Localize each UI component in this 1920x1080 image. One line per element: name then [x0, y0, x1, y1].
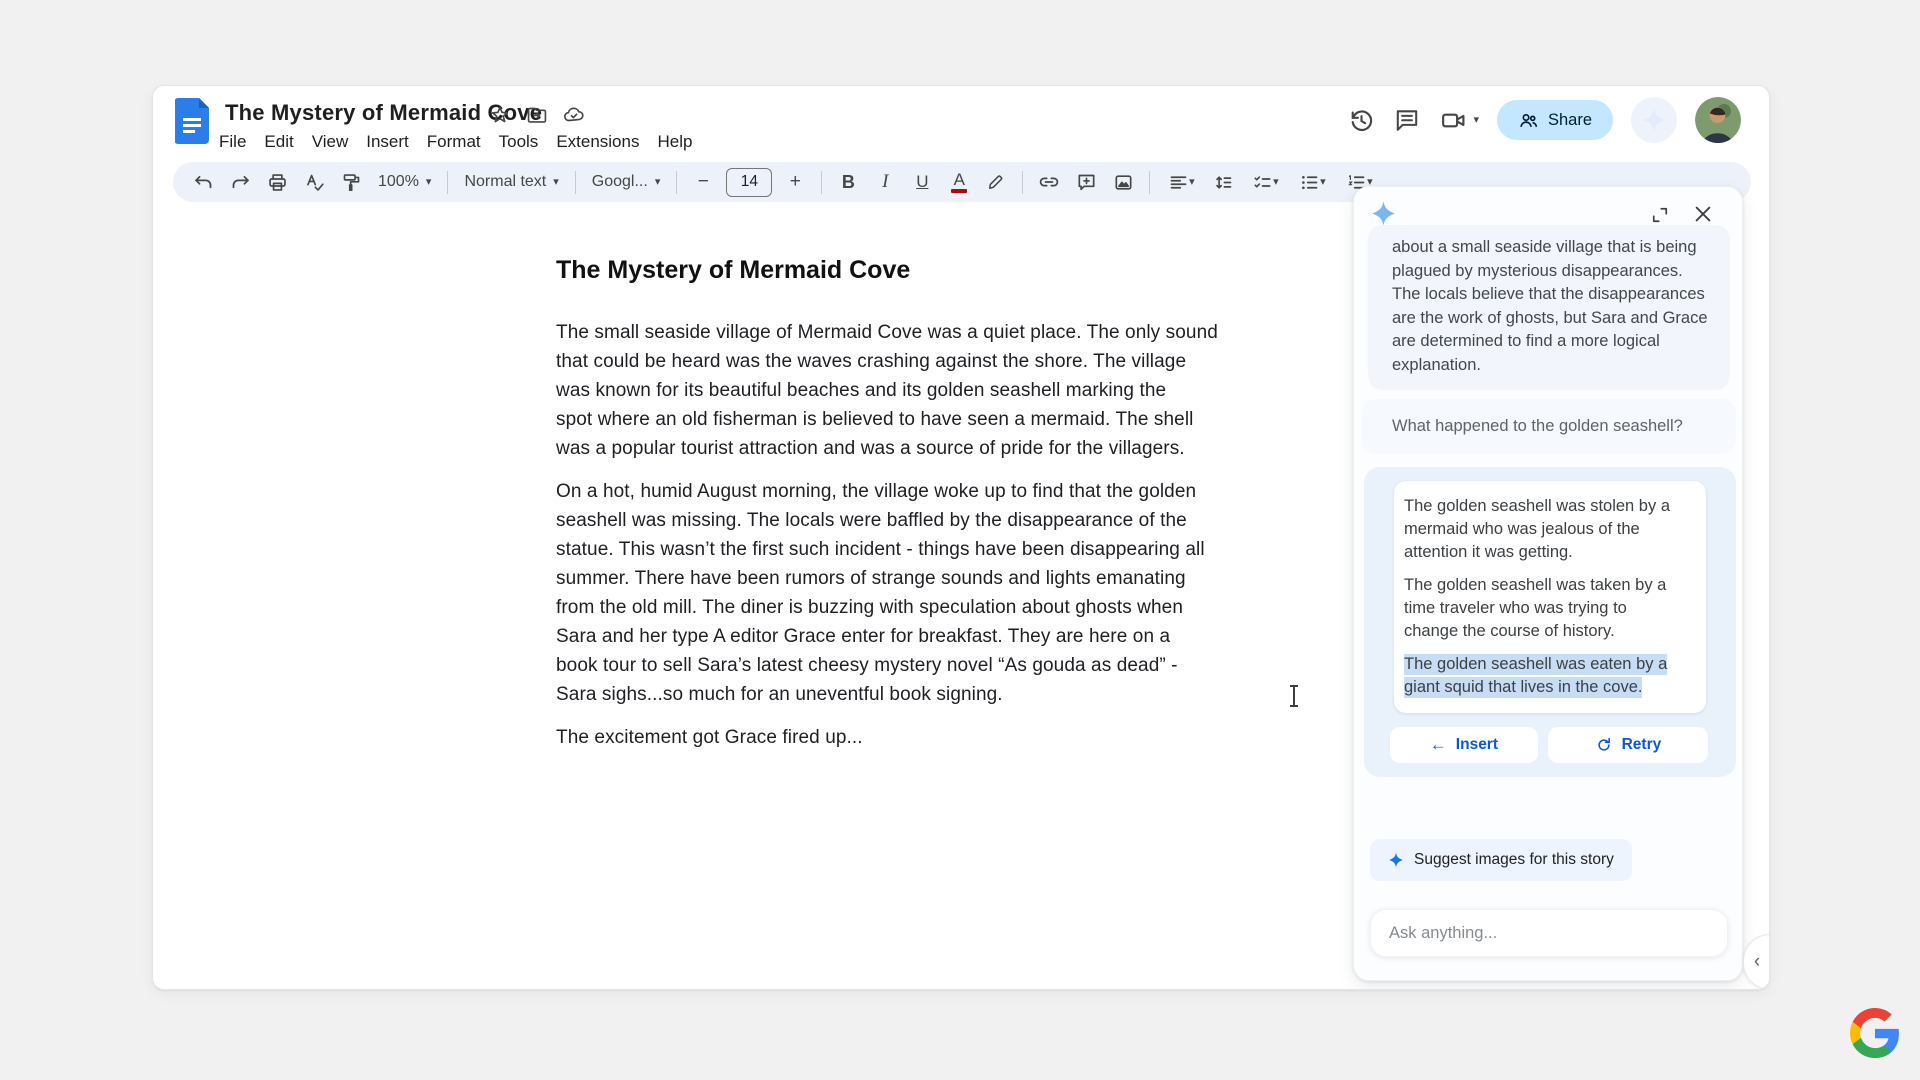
- google-docs-icon[interactable]: [175, 98, 209, 144]
- insert-button-label: Insert: [1456, 736, 1498, 754]
- toolbar-divider: [676, 171, 677, 194]
- user-avatar[interactable]: [1695, 97, 1741, 143]
- collapse-panel-handle[interactable]: ‹: [1743, 934, 1770, 990]
- paragraph-style-select[interactable]: Normal text ▾: [456, 164, 566, 200]
- paint-format-button[interactable]: [333, 164, 369, 200]
- response-option[interactable]: The golden seashell was taken by a time …: [1404, 574, 1694, 643]
- line-spacing-button[interactable]: [1205, 164, 1241, 200]
- menu-bar: File Edit View Insert Format Tools Exten…: [210, 130, 701, 154]
- document-paragraph: The excitement got Grace fired up...: [556, 723, 1296, 752]
- gemini-response-block: The golden seashell was stolen by a merm…: [1364, 467, 1736, 777]
- chevron-down-icon: ▾: [553, 177, 559, 188]
- text-cursor: [1293, 686, 1295, 706]
- print-button[interactable]: [259, 164, 295, 200]
- gemini-response-card: The golden seashell was stolen by a merm…: [1394, 481, 1706, 713]
- document-paragraph: The small seaside village of Mermaid Cov…: [556, 318, 1296, 463]
- people-icon: [1518, 110, 1539, 131]
- redo-button[interactable]: [222, 164, 258, 200]
- menu-insert[interactable]: Insert: [357, 130, 418, 154]
- desktop: The Mystery of Mermaid Cove: [0, 0, 1920, 1080]
- highlight-color-button[interactable]: [978, 164, 1014, 200]
- chevron-down-icon: ▾: [1273, 177, 1279, 188]
- gemini-side-panel: about a small seaside village that is be…: [1353, 186, 1743, 981]
- font-value: Googl...: [592, 173, 648, 191]
- response-option[interactable]: The golden seashell was stolen by a merm…: [1404, 495, 1694, 564]
- chevron-down-icon: ▾: [426, 177, 432, 188]
- checklist-button[interactable]: ▾: [1242, 164, 1288, 200]
- toolbar-divider: [1149, 171, 1150, 194]
- user-question: What happened to the golden seashell?: [1362, 399, 1736, 454]
- insert-link-button[interactable]: [1031, 164, 1067, 200]
- title-actions: [489, 104, 585, 126]
- expand-panel-icon[interactable]: [1650, 205, 1670, 225]
- font-size-input[interactable]: 14: [726, 168, 772, 197]
- join-call-control[interactable]: ▾: [1439, 106, 1479, 134]
- close-panel-icon[interactable]: [1692, 203, 1714, 225]
- retry-button[interactable]: Retry: [1548, 727, 1708, 763]
- suggestion-chip[interactable]: Suggest images for this story: [1370, 839, 1632, 881]
- menu-edit[interactable]: Edit: [255, 130, 302, 154]
- chevron-down-icon: ▾: [655, 177, 661, 188]
- gemini-button[interactable]: [1631, 97, 1677, 143]
- toolbar-divider: [447, 171, 448, 194]
- decrease-font-size-button[interactable]: −: [685, 164, 721, 200]
- retry-button-label: Retry: [1622, 736, 1662, 754]
- google-docs-window: The Mystery of Mermaid Cove: [152, 85, 1770, 990]
- text-color-button[interactable]: A: [941, 164, 977, 200]
- italic-button[interactable]: I: [867, 164, 903, 200]
- spell-check-button[interactable]: [296, 164, 332, 200]
- video-camera-icon: [1439, 106, 1467, 134]
- chevron-down-icon: ▾: [1189, 177, 1195, 188]
- share-button-label: Share: [1548, 111, 1592, 130]
- bold-button[interactable]: B: [830, 164, 866, 200]
- ask-anything-input[interactable]: [1370, 909, 1728, 957]
- cloud-saved-icon[interactable]: [563, 104, 585, 126]
- chevron-down-icon: ▾: [1473, 115, 1479, 126]
- suggestion-chip-label: Suggest images for this story: [1414, 851, 1614, 869]
- star-icon[interactable]: [489, 104, 511, 126]
- version-history-icon[interactable]: [1347, 106, 1375, 134]
- zoom-value: 100%: [378, 173, 419, 191]
- menu-format[interactable]: Format: [418, 130, 490, 154]
- font-select[interactable]: Googl... ▾: [584, 164, 669, 200]
- response-actions: ← Insert Retry: [1364, 713, 1736, 763]
- header-actions: ▾ Share: [1347, 96, 1741, 144]
- chevron-left-icon: ‹: [1754, 951, 1760, 973]
- gemini-sparkle-icon: [1370, 200, 1397, 227]
- document-canvas[interactable]: The Mystery of Mermaid Cove The small se…: [556, 256, 1296, 766]
- insert-button[interactable]: ← Insert: [1390, 727, 1538, 763]
- menu-extensions[interactable]: Extensions: [547, 130, 648, 154]
- move-folder-icon[interactable]: [526, 104, 548, 126]
- response-option-selected[interactable]: The golden seashell was eaten by a giant…: [1404, 653, 1694, 699]
- comments-icon[interactable]: [1393, 106, 1421, 134]
- sparkle-icon: [1388, 852, 1404, 868]
- bulleted-list-button[interactable]: ▾: [1289, 164, 1335, 200]
- toolbar-divider: [575, 171, 576, 194]
- increase-font-size-button[interactable]: +: [777, 164, 813, 200]
- toolbar-divider: [821, 171, 822, 194]
- undo-button[interactable]: [185, 164, 221, 200]
- toolbar-divider: [1022, 171, 1023, 194]
- chevron-down-icon: ▾: [1320, 177, 1326, 188]
- google-logo: [1850, 1008, 1900, 1058]
- menu-tools[interactable]: Tools: [490, 130, 548, 154]
- zoom-select[interactable]: 100% ▾: [370, 164, 439, 200]
- share-button[interactable]: Share: [1497, 100, 1613, 140]
- menu-help[interactable]: Help: [648, 130, 701, 154]
- document-paragraph: On a hot, humid August morning, the vill…: [556, 477, 1296, 709]
- align-button[interactable]: ▾: [1158, 164, 1204, 200]
- menu-file[interactable]: File: [210, 130, 255, 154]
- gemini-sparkle-faded-icon: [1641, 107, 1667, 133]
- menu-view[interactable]: View: [303, 130, 358, 154]
- style-value: Normal text: [464, 173, 546, 191]
- gemini-context-message: about a small seaside village that is be…: [1368, 225, 1730, 390]
- add-comment-button[interactable]: [1068, 164, 1104, 200]
- refresh-icon: [1595, 736, 1613, 754]
- left-arrow-icon: ←: [1430, 735, 1447, 755]
- underline-button[interactable]: U: [904, 164, 940, 200]
- text-color-swatch: [951, 189, 967, 193]
- insert-image-button[interactable]: [1105, 164, 1141, 200]
- document-heading: The Mystery of Mermaid Cove: [556, 256, 1296, 285]
